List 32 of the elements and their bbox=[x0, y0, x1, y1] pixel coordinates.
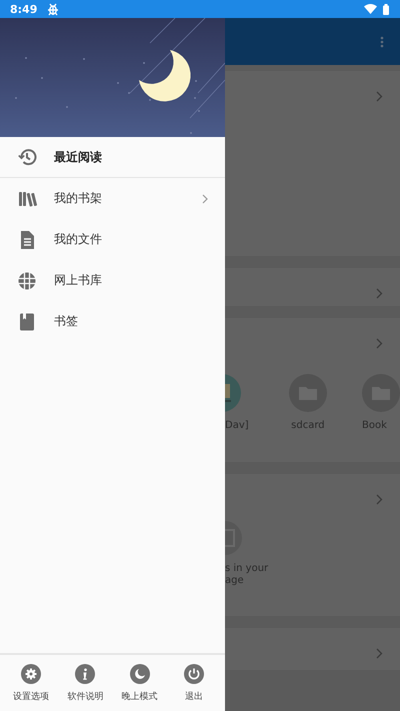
status-time: 8:49 bbox=[10, 2, 38, 16]
chevron-right-icon[interactable] bbox=[376, 338, 383, 349]
folder-icon[interactable] bbox=[362, 374, 400, 412]
chevron-right-icon bbox=[202, 194, 208, 204]
chevron-right-icon[interactable] bbox=[376, 288, 383, 299]
chevron-right-icon[interactable] bbox=[376, 648, 383, 659]
bookmark-icon bbox=[17, 312, 37, 332]
chevron-right-icon[interactable] bbox=[376, 494, 383, 505]
drawer-item[interactable]: 我的书架 bbox=[0, 178, 225, 219]
info-icon bbox=[75, 664, 96, 684]
folder-icon[interactable] bbox=[288, 374, 327, 412]
power-icon bbox=[184, 664, 204, 684]
moon-icon bbox=[130, 664, 150, 684]
folder-label: Book bbox=[362, 420, 387, 431]
folder-label: sdcard bbox=[291, 420, 325, 431]
bug-icon bbox=[47, 2, 60, 16]
drawer-item[interactable]: 书签 bbox=[0, 301, 225, 342]
history-icon bbox=[17, 147, 37, 167]
footer-button[interactable]: 晚上模式 bbox=[112, 655, 167, 711]
drawer-item[interactable]: 我的文件 bbox=[0, 219, 225, 260]
drawer-item[interactable]: 网上书库 bbox=[0, 260, 225, 301]
chevron-right-icon[interactable] bbox=[376, 91, 383, 102]
globe-icon bbox=[17, 270, 37, 290]
battery-icon bbox=[383, 4, 389, 14]
hint-text: s in your age bbox=[225, 563, 270, 587]
footer-button[interactable]: 软件说明 bbox=[58, 655, 112, 711]
wifi-icon bbox=[364, 4, 377, 14]
more-icon[interactable] bbox=[380, 36, 384, 48]
footer-button[interactable]: 设置选项 bbox=[4, 655, 58, 711]
footer-button[interactable]: 退出 bbox=[166, 655, 221, 711]
folder-label: Dav] bbox=[225, 420, 249, 431]
settings-icon bbox=[21, 664, 42, 684]
